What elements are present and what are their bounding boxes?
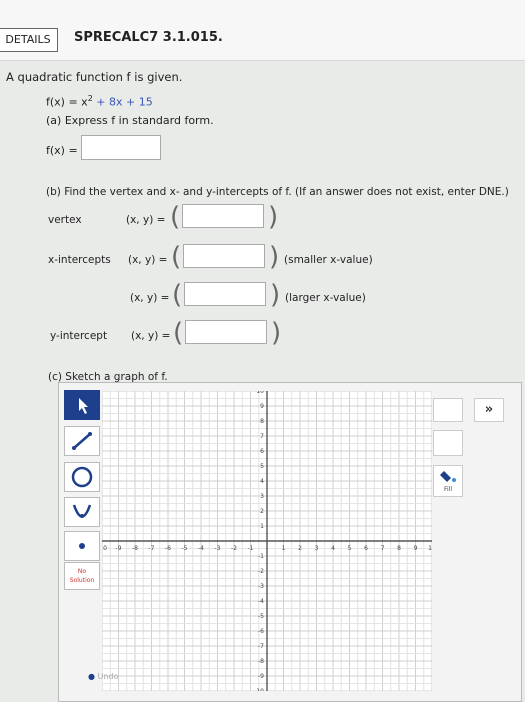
fill-label: Fill: [443, 486, 452, 493]
x-tick-label: -10: [102, 545, 107, 552]
x-tick-label: 1: [282, 545, 286, 552]
y-tick-label: 8: [260, 418, 264, 425]
problem-intro: A quadratic function f is given.: [6, 70, 183, 84]
no-solution-button[interactable]: No Solution: [64, 562, 100, 590]
x-tick-label: 3: [315, 545, 319, 552]
fill-button[interactable]: Fill: [433, 465, 463, 497]
y-tick-label: 5: [260, 463, 264, 470]
y-tick-label: -5: [258, 613, 264, 620]
xint2-open-paren: (: [172, 280, 183, 310]
yint-close-paren: ): [271, 318, 282, 348]
expand-panel-button[interactable]: »: [474, 398, 504, 422]
larger-x-hint: (larger x-value): [285, 292, 366, 304]
y-tick-label: 2: [260, 508, 264, 515]
x-tick-label: -8: [132, 545, 138, 552]
x-tick-label: 9: [414, 545, 418, 552]
y-tick-label: 3: [260, 493, 264, 500]
y-tick-label: 1: [260, 523, 264, 530]
standard-form-input[interactable]: [81, 135, 161, 160]
yint-xy-label: (x, y) =: [131, 330, 171, 342]
xint2-close-paren: ): [270, 280, 281, 310]
circle-tool[interactable]: [64, 462, 100, 492]
yint-input[interactable]: [185, 320, 267, 344]
yint-label: y-intercept: [50, 330, 108, 342]
parabola-icon: [72, 504, 92, 518]
xint1-open-paren: (: [171, 242, 182, 272]
x-tick-label: 6: [364, 545, 368, 552]
y-tick-label: -9: [258, 673, 264, 680]
y-tick-label: 6: [260, 448, 264, 455]
paint-bucket-icon: [440, 471, 456, 482]
vertex-xy-label: (x, y) =: [126, 214, 166, 226]
xint1-xy-label: (x, y) =: [128, 254, 168, 266]
function-prefix: f(x) = x: [46, 95, 88, 109]
vertex-close-paren: ): [268, 202, 279, 232]
x-tick-label: 4: [331, 545, 335, 552]
vertex-label: vertex: [48, 214, 82, 226]
line-segment-icon: [72, 432, 92, 450]
y-tick-label: -10: [254, 688, 264, 691]
xint-label: x-intercepts: [48, 254, 111, 266]
x-tick-label: 10: [428, 545, 432, 552]
x-tick-label: 8: [397, 545, 401, 552]
circle-icon: [71, 466, 93, 488]
fx-label: f(x) =: [46, 144, 78, 157]
vertex-open-paren: (: [170, 202, 181, 232]
y-tick-label: 10: [256, 391, 264, 395]
smaller-x-hint: (smaller x-value): [284, 254, 373, 266]
x-tick-label: -7: [149, 545, 155, 552]
x-tick-label: -9: [116, 545, 122, 552]
pointer-tool[interactable]: [64, 390, 100, 420]
parabola-tool[interactable]: [64, 497, 100, 527]
y-tick-label: -6: [258, 628, 264, 635]
function-suffix: + 8x + 15: [92, 95, 153, 109]
y-tick-label: -8: [258, 658, 264, 665]
x-tick-label: -5: [182, 545, 188, 552]
undo-button[interactable]: ● Undo: [88, 672, 118, 681]
cursor-arrow-icon: [79, 398, 88, 414]
side-tool-button-1[interactable]: [433, 398, 463, 422]
y-tick-label: -4: [258, 598, 264, 605]
point-icon: [79, 543, 85, 549]
xint1-close-paren: ): [269, 242, 280, 272]
x-tick-label: -1: [248, 545, 254, 552]
y-tick-label: 7: [260, 433, 264, 440]
x-tick-label: -6: [165, 545, 171, 552]
x-tick-label: 2: [298, 545, 302, 552]
part-a-label: (a) Express f in standard form.: [46, 114, 214, 127]
xint-larger-input[interactable]: [184, 282, 266, 306]
header-bar: DETAILS SPRECALC7 3.1.015.: [0, 0, 525, 61]
details-button[interactable]: DETAILS: [0, 28, 58, 52]
x-tick-label: -3: [215, 545, 221, 552]
xint-smaller-input[interactable]: [183, 244, 265, 268]
undo-icon: ●: [88, 672, 95, 681]
y-tick-label: -7: [258, 643, 264, 650]
line-tool[interactable]: [64, 426, 100, 456]
x-tick-label: -4: [198, 545, 204, 552]
function-equation: f(x) = x2 + 8x + 15: [46, 94, 153, 109]
xint2-xy-label: (x, y) =: [130, 292, 170, 304]
x-tick-label: 7: [381, 545, 385, 552]
y-tick-label: -1: [258, 553, 264, 560]
coordinate-grid[interactable]: -10 -9 -8 -7 -6 -5 -4 -3 -2 -1 1 2 3 4 5 6 7 8 9 10 10 9 8 7 6 5 4…: [102, 391, 432, 691]
side-tool-button-2[interactable]: [433, 430, 463, 456]
problem-code: SPRECALC7 3.1.015.: [74, 30, 223, 45]
y-tick-label: 9: [260, 403, 264, 410]
part-b-label: (b) Find the vertex and x- and y-interce…: [46, 186, 509, 198]
undo-label: Undo: [97, 672, 119, 681]
point-tool[interactable]: [64, 531, 100, 561]
y-tick-label: 4: [260, 478, 264, 485]
x-tick-label: -2: [231, 545, 237, 552]
yint-open-paren: (: [173, 318, 184, 348]
vertex-input[interactable]: [182, 204, 264, 228]
x-tick-label: 5: [348, 545, 352, 552]
y-tick-label: -3: [258, 583, 264, 590]
y-tick-label: -2: [258, 568, 264, 575]
